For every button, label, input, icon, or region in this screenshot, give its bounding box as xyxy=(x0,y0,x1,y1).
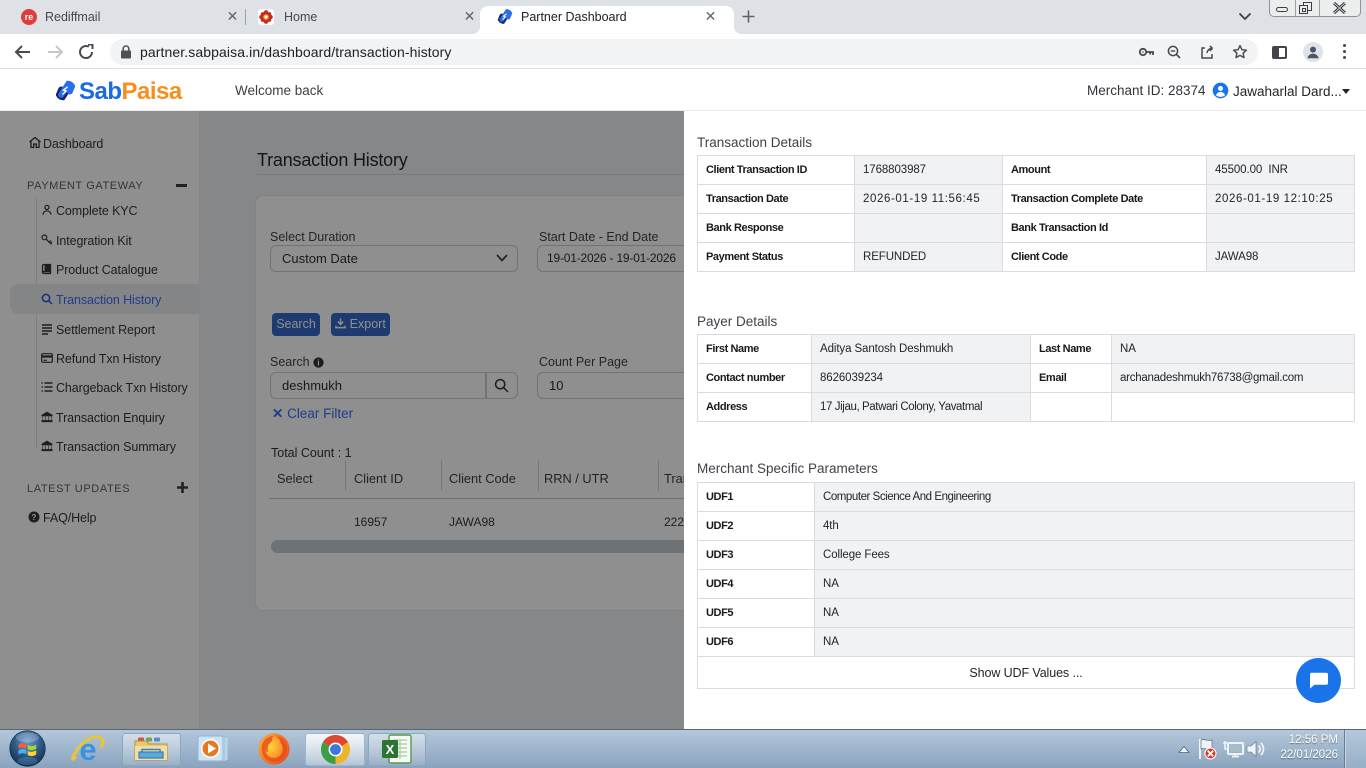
svg-text:X: X xyxy=(386,742,395,757)
